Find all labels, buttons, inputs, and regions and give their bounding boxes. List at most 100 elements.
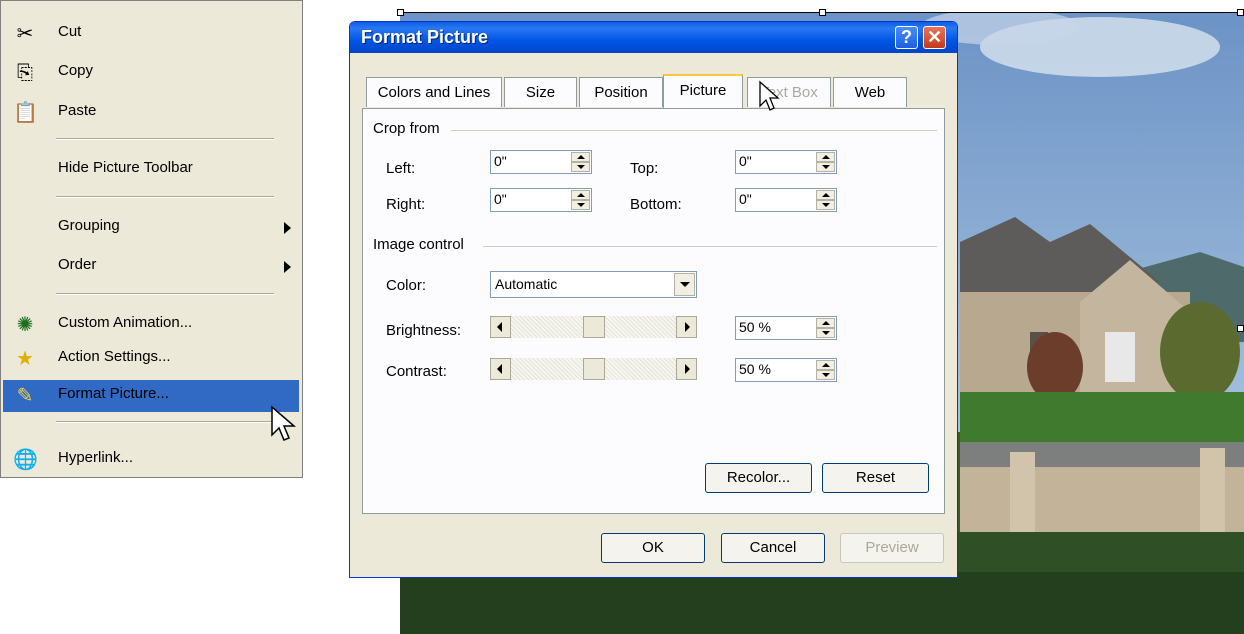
menu-item-order[interactable]: Order — [3, 251, 299, 283]
format-picture-dialog: Format Picture ? ✕ Colors and Lines Size… — [349, 21, 958, 578]
menu-item-paste[interactable]: 📋 Paste — [3, 97, 299, 129]
context-menu: ✂ Cut ⎘ Copy 📋 Paste Hide Picture Toolba… — [0, 0, 303, 478]
resize-handle-top-right[interactable] — [1237, 9, 1244, 16]
spin-down-button[interactable] — [816, 328, 835, 338]
spin-up-button[interactable] — [816, 152, 835, 162]
close-button[interactable]: ✕ — [923, 26, 946, 49]
spin-down-button[interactable] — [571, 200, 590, 210]
menu-item-label: Copy — [58, 62, 94, 79]
contrast-value: 50 % — [739, 361, 771, 377]
mouse-pointer-icon — [759, 80, 780, 111]
scroll-left-button[interactable] — [490, 358, 511, 380]
tab-colors-and-lines[interactable]: Colors and Lines — [366, 77, 502, 107]
color-label: Color: — [386, 277, 427, 294]
paste-icon: 📋 — [13, 102, 38, 124]
crop-left-label: Left: — [386, 160, 416, 177]
action-settings-icon: ★ — [16, 348, 34, 370]
menu-item-label: Format Picture... — [58, 385, 169, 402]
menu-item-label: Hyperlink... — [58, 449, 134, 466]
resize-handle-top-middle[interactable] — [819, 9, 826, 16]
brightness-spinner[interactable]: 50 % — [735, 316, 837, 340]
crop-group-line — [451, 130, 937, 131]
menu-item-cut[interactable]: ✂ Cut — [3, 18, 299, 50]
spin-buttons — [816, 318, 835, 338]
reset-button[interactable]: Reset — [822, 463, 929, 493]
brightness-slider-thumb[interactable] — [583, 316, 605, 338]
menu-item-label: Paste — [58, 102, 97, 119]
menu-item-label: Grouping — [58, 217, 120, 234]
spin-buttons — [816, 152, 835, 172]
contrast-slider[interactable] — [490, 358, 697, 380]
image-control-group-label: Image control — [373, 236, 470, 253]
contrast-spinner[interactable]: 50 % — [735, 358, 837, 382]
spin-buttons — [571, 152, 590, 172]
crop-bottom-value: 0" — [739, 191, 752, 207]
spin-buttons — [816, 360, 835, 380]
copy-icon: ⎘ — [17, 62, 33, 84]
crop-top-value: 0" — [739, 153, 752, 169]
dialog-title: Format Picture — [361, 27, 489, 47]
cancel-button[interactable]: Cancel — [721, 533, 825, 563]
tab-web[interactable]: Web — [833, 77, 907, 107]
crop-top-label: Top: — [630, 160, 659, 177]
hyperlink-icon: 🌐 — [13, 449, 38, 471]
crop-top-spinner[interactable]: 0" — [735, 150, 837, 174]
menu-separator — [56, 196, 274, 198]
menu-item-action-settings[interactable]: ★ Action Settings... — [3, 343, 299, 375]
brightness-slider[interactable] — [490, 316, 697, 338]
menu-item-label: Custom Animation... — [58, 314, 193, 331]
crop-bottom-label: Bottom: — [630, 196, 682, 213]
spin-down-button[interactable] — [816, 370, 835, 380]
scroll-right-button[interactable] — [676, 358, 697, 380]
format-picture-icon: ✎ — [16, 385, 34, 407]
spin-down-button[interactable] — [571, 162, 590, 172]
submenu-arrow-icon — [284, 261, 291, 273]
spin-down-button[interactable] — [816, 162, 835, 172]
color-dropdown[interactable]: Automatic — [490, 271, 697, 298]
menu-item-grouping[interactable]: Grouping — [3, 212, 299, 244]
mouse-pointer-icon — [271, 405, 297, 441]
spin-up-button[interactable] — [816, 318, 835, 328]
spin-up-button[interactable] — [571, 152, 590, 162]
picture-tab-panel: Crop from Left: 0" Top: 0" Right: 0" Bot… — [362, 108, 945, 514]
spin-up-button[interactable] — [816, 190, 835, 200]
resize-handle-top-left[interactable] — [397, 9, 404, 16]
crop-group-label: Crop from — [373, 120, 446, 137]
brightness-value: 50 % — [739, 319, 771, 335]
spin-buttons — [816, 190, 835, 210]
crop-right-label: Right: — [386, 196, 426, 213]
preview-button[interactable]: Preview — [840, 533, 944, 563]
spin-up-button[interactable] — [571, 190, 590, 200]
menu-item-label: Action Settings... — [58, 348, 171, 365]
crop-bottom-spinner[interactable]: 0" — [735, 188, 837, 212]
chevron-down-icon[interactable] — [674, 273, 695, 296]
crop-left-spinner[interactable]: 0" — [490, 150, 592, 174]
spin-buttons — [571, 190, 590, 210]
menu-item-custom-animation[interactable]: ✺ Custom Animation... — [3, 309, 299, 341]
menu-item-label: Order — [58, 256, 97, 273]
menu-item-hyperlink[interactable]: 🌐 Hyperlink... — [3, 444, 299, 476]
spin-up-button[interactable] — [816, 360, 835, 370]
menu-item-hide-picture-toolbar[interactable]: Hide Picture Toolbar — [3, 154, 299, 186]
resize-handle-middle-right[interactable] — [1237, 325, 1244, 332]
crop-right-value: 0" — [494, 191, 507, 207]
crop-right-spinner[interactable]: 0" — [490, 188, 592, 212]
dialog-titlebar[interactable]: Format Picture ? ✕ — [350, 22, 957, 53]
help-button[interactable]: ? — [895, 26, 918, 49]
ok-button[interactable]: OK — [601, 533, 705, 563]
tab-size[interactable]: Size — [504, 77, 577, 107]
tab-position[interactable]: Position — [579, 77, 663, 107]
scroll-right-button[interactable] — [676, 316, 697, 338]
menu-item-format-picture[interactable]: ✎ Format Picture... — [3, 380, 299, 412]
spin-down-button[interactable] — [816, 200, 835, 210]
custom-animation-icon: ✺ — [16, 314, 34, 336]
brightness-label: Brightness: — [386, 322, 462, 339]
help-icon: ? — [901, 27, 912, 47]
menu-separator — [56, 138, 274, 140]
tab-picture[interactable]: Picture — [663, 74, 743, 108]
menu-item-copy[interactable]: ⎘ Copy — [3, 57, 299, 89]
recolor-button[interactable]: Recolor... — [705, 463, 812, 493]
menu-separator — [56, 421, 274, 423]
scroll-left-button[interactable] — [490, 316, 511, 338]
contrast-slider-thumb[interactable] — [583, 358, 605, 380]
